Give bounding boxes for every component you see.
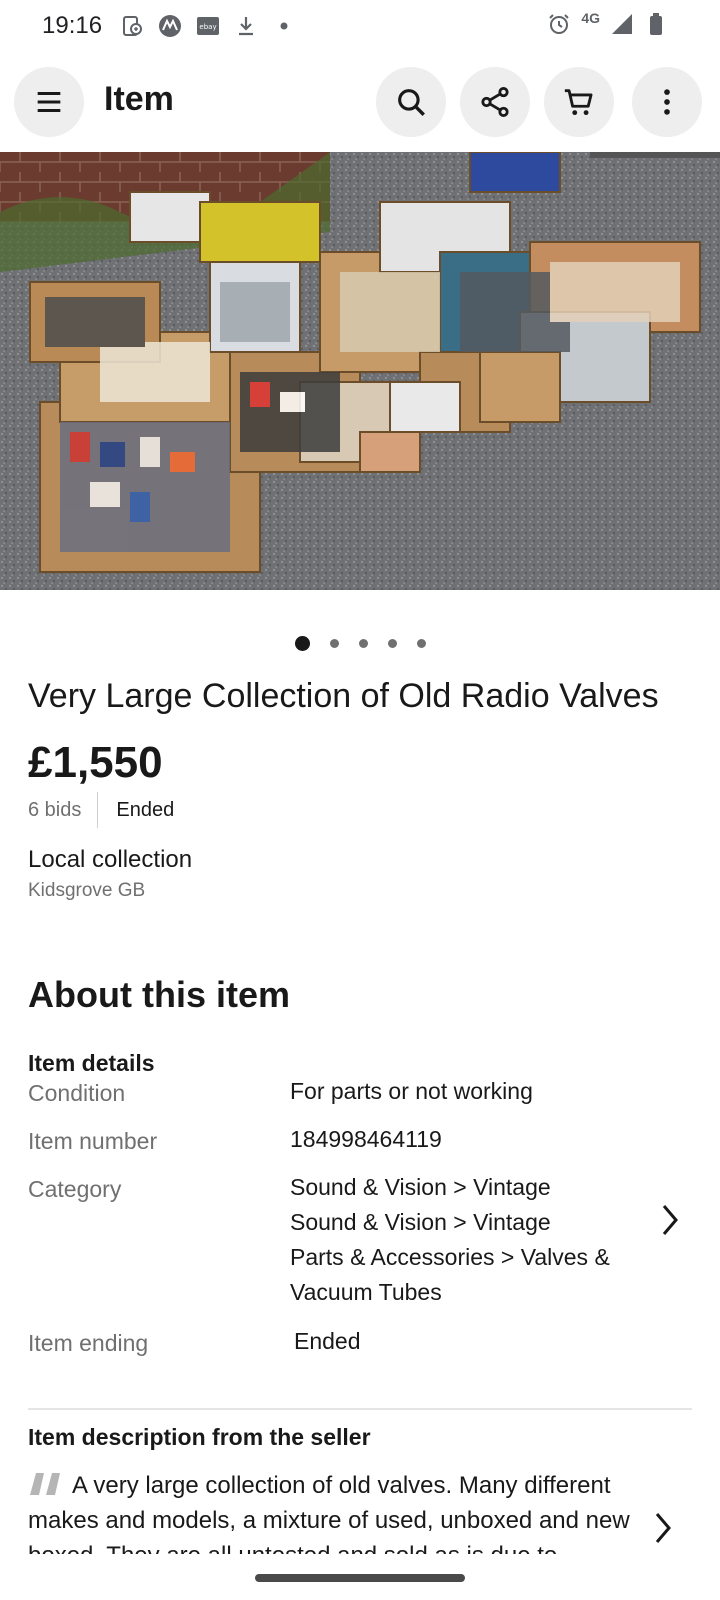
category-line: Parts & Accessories > Valves &	[290, 1244, 610, 1270]
delivery-method: Local collection	[28, 846, 193, 873]
pager-dot[interactable]	[416, 639, 426, 648]
search-button[interactable]	[376, 67, 446, 137]
item-number-value: 184998464119	[290, 1126, 442, 1152]
search-icon	[398, 89, 425, 116]
category-label: Category	[28, 1176, 122, 1202]
more-options-button[interactable]	[632, 67, 702, 137]
status-bar: 19:16 ebay 4G	[0, 0, 720, 56]
system-icons: 4G	[547, 10, 668, 38]
seller-description[interactable]: A very large collection of old valves. M…	[28, 1468, 648, 1554]
alarm-icon	[547, 10, 571, 38]
item-number-label: Item number	[28, 1128, 158, 1154]
pager-dot[interactable]	[387, 639, 397, 648]
page-title: Item	[104, 80, 174, 118]
pager-dot-active[interactable]	[294, 636, 310, 651]
condition-value: For parts or not working	[290, 1078, 533, 1104]
pager-dot[interactable]	[329, 639, 339, 648]
home-indicator[interactable]	[255, 1574, 465, 1582]
download-icon	[234, 12, 258, 40]
svg-text:ebay: ebay	[199, 23, 216, 31]
status-time: 19:16	[42, 12, 103, 39]
cart-icon	[564, 89, 593, 116]
item-location: Kidsgrove GB	[28, 880, 146, 901]
category-line: Vacuum Tubes	[290, 1279, 442, 1305]
category-chevron-icon[interactable]	[655, 1200, 683, 1240]
description-heading: Item description from the seller	[28, 1424, 371, 1450]
item-price: £1,550	[28, 738, 163, 787]
description-text: A very large collection of old valves. M…	[28, 1472, 630, 1554]
bid-status-row: 6 bids Ended	[28, 792, 174, 828]
item-title: Very Large Collection of Old Radio Valve…	[28, 677, 659, 715]
bid-count[interactable]: 6 bids	[28, 799, 81, 822]
listing-status: Ended	[116, 798, 175, 821]
app-header: Item	[0, 64, 720, 140]
condition-label: Condition	[28, 1080, 126, 1106]
network-type: 4G	[581, 10, 600, 26]
share-button[interactable]	[460, 67, 530, 137]
item-ending-value: Ended	[294, 1328, 361, 1354]
about-heading: About this item	[28, 974, 290, 1015]
item-ending-label: Item ending	[28, 1330, 149, 1356]
pager-dot[interactable]	[358, 639, 368, 648]
more-vert-icon	[664, 89, 670, 115]
signal-icon	[610, 10, 634, 38]
menu-icon	[37, 91, 61, 113]
cart-button[interactable]	[544, 67, 614, 137]
divider	[97, 792, 99, 828]
share-icon	[481, 86, 509, 118]
category-value[interactable]: Sound & Vision > Vintage Sound & Vision …	[290, 1170, 640, 1310]
item-details-heading: Item details	[28, 1050, 155, 1076]
section-divider	[28, 1408, 692, 1410]
ebay-icon: ebay	[196, 12, 220, 40]
notification-icons: ebay	[120, 12, 296, 40]
dot-icon	[272, 12, 296, 40]
image-pager[interactable]	[0, 636, 720, 651]
quote-icon	[28, 1469, 64, 1497]
sync-icon	[120, 12, 144, 40]
menu-button[interactable]	[14, 67, 84, 137]
category-line: Sound & Vision > Vintage	[290, 1209, 551, 1235]
battery-icon	[644, 10, 668, 38]
motorola-icon	[158, 12, 182, 40]
item-photo[interactable]	[0, 152, 720, 590]
category-line: Sound & Vision > Vintage	[290, 1174, 551, 1200]
description-chevron-icon[interactable]	[648, 1508, 676, 1548]
